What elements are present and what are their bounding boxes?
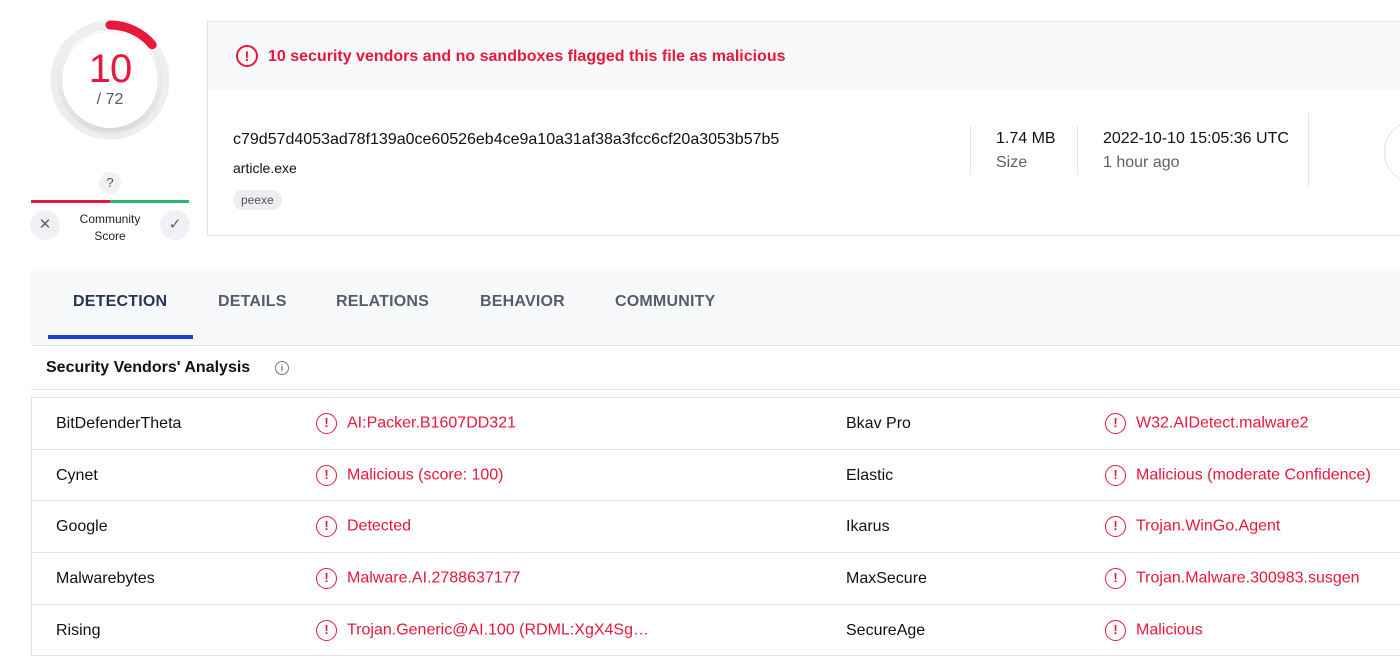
vendor-result-text: Malicious (moderate Confidence) [1136, 466, 1371, 484]
vendor-result-text: W32.AIDetect.malware2 [1136, 414, 1309, 432]
detection-banner: ! 10 security vendors and no sandboxes f… [208, 22, 1400, 90]
vendor-result: ! Malicious [1105, 619, 1203, 641]
detection-count: 10 [88, 47, 133, 91]
vendor-name: MaxSecure [846, 570, 927, 588]
vendor-result: ! Malicious (score: 100) [316, 464, 504, 486]
section-title: Security Vendors' Analysis [46, 359, 251, 376]
vendor-result-text: Malware.AI.2788637177 [347, 569, 521, 587]
divider [1308, 113, 1309, 187]
analysis-date: 2022-10-10 15:05:36 UTC [1103, 130, 1289, 147]
gauge-center: 10 / 72 [62, 32, 158, 128]
report-tabs: DETECTION DETAILS RELATIONS BEHAVIOR COM… [31, 269, 1400, 346]
community-negative-bar [31, 200, 110, 203]
vendor-result: ! W32.AIDetect.malware2 [1105, 413, 1309, 434]
vendor-row: Google! Detected Ikarus! Trojan.WinGo.Agent [32, 501, 1400, 554]
divider [1077, 126, 1078, 174]
active-tab-indicator [48, 335, 193, 339]
file-tag[interactable]: peexe [233, 190, 282, 210]
vote-harmless-button[interactable]: ✓ [160, 210, 190, 240]
alert-circle-icon: ! [316, 516, 337, 538]
tab-details[interactable]: DETAILS [218, 293, 287, 311]
vendor-result-text: Trojan.Generic@AI.100 (RDML:XgX4Sg… [347, 621, 649, 639]
alert-circle-icon: ! [316, 619, 337, 641]
security-vendors-header: Security Vendors' Analysis i [31, 346, 1400, 390]
vendor-name: Rising [56, 621, 101, 639]
tab-community[interactable]: COMMUNITY [615, 293, 715, 311]
check-icon: ✓ [168, 216, 182, 233]
vendor-name: SecureAge [846, 621, 926, 639]
community-score-label: Community Score [79, 212, 141, 243]
analysis-relative-time: 1 hour ago [1103, 154, 1180, 171]
vendor-result-text: Trojan.Malware.300983.susgen [1136, 569, 1360, 587]
alert-circle-icon: ! [1105, 516, 1126, 538]
vendor-row: BitDefenderTheta! AI:Packer.B1607DD321 Bka… [32, 398, 1400, 450]
alert-circle-icon: ! [316, 413, 337, 434]
vendor-result: ! Trojan.WinGo.Agent [1105, 516, 1281, 538]
engine-total: / 72 [96, 91, 124, 108]
vendor-result: ! Trojan.Malware.300983.susgen [1105, 568, 1360, 590]
file-type-icon [1384, 120, 1400, 184]
file-name: article.exe [233, 160, 297, 176]
vendor-result-text: Malicious (score: 100) [347, 466, 504, 484]
detection-banner-text: 10 security vendors and no sandboxes fla… [268, 48, 786, 65]
vote-harmful-button[interactable]: ✕ [30, 210, 60, 240]
vendor-name: Malwarebytes [56, 570, 155, 588]
vendor-result: ! Trojan.Generic@AI.100 (RDML:XgX4Sg… [316, 619, 649, 641]
vendor-result-text: Malicious [1136, 621, 1203, 639]
info-icon[interactable]: i [275, 361, 289, 375]
alert-circle-icon: ! [236, 45, 258, 67]
file-hash[interactable]: c79d57d4053ad78f139a0ce60526eb4ce9a10a31… [233, 131, 779, 149]
vendor-result-text: Detected [347, 517, 412, 535]
tab-detection[interactable]: DETECTION [73, 293, 167, 311]
vendor-result: ! AI:Packer.B1607DD321 [316, 413, 516, 434]
vendor-result-text: Trojan.WinGo.Agent [1136, 517, 1281, 535]
vendor-result: ! Malicious (moderate Confidence) [1105, 464, 1371, 486]
vendor-result-text: AI:Packer.B1607DD321 [347, 414, 516, 432]
alert-circle-icon: ! [1105, 464, 1126, 486]
tab-relations[interactable]: RELATIONS [336, 293, 429, 311]
vendor-row: Rising! Trojan.Generic@AI.100 (RDML:XgX4S… [32, 605, 1400, 657]
vendor-name: Elastic [846, 466, 894, 484]
detection-score-gauge: 10 / 72 [48, 18, 172, 142]
file-summary-card: ! 10 security vendors and no sandboxes f… [207, 21, 1400, 236]
community-score-unknown-badge: ? [99, 172, 121, 194]
vendor-name: BitDefenderTheta [56, 415, 182, 432]
alert-circle-icon: ! [1105, 619, 1126, 641]
file-size-label: Size [996, 154, 1028, 171]
close-icon: ✕ [38, 216, 52, 233]
vendor-row: Cynet! Malicious (score: 100) Elastic! Mali… [32, 450, 1400, 502]
vendor-name: Cynet [56, 466, 98, 484]
alert-circle-icon: ! [1105, 568, 1126, 590]
alert-circle-icon: ! [316, 464, 337, 486]
alert-circle-icon: ! [316, 568, 337, 590]
community-score-bar [31, 200, 189, 203]
vendor-name: Bkav Pro [846, 415, 911, 432]
vendors-table: BitDefenderTheta! AI:Packer.B1607DD321 Bka… [31, 397, 1400, 657]
file-size-value: 1.74 MB [996, 130, 1056, 147]
vendor-name: Google [56, 518, 108, 536]
vendor-row: Malwarebytes! Malware.AI.2788637177 MaxSec… [32, 553, 1400, 605]
vendor-result: ! Detected [316, 516, 412, 538]
divider [970, 126, 971, 174]
vendor-result: ! Malware.AI.2788637177 [316, 568, 521, 590]
tab-behavior[interactable]: BEHAVIOR [480, 293, 565, 311]
alert-circle-icon: ! [1105, 413, 1126, 434]
vendor-name: Ikarus [846, 518, 890, 536]
community-positive-bar [110, 200, 189, 203]
